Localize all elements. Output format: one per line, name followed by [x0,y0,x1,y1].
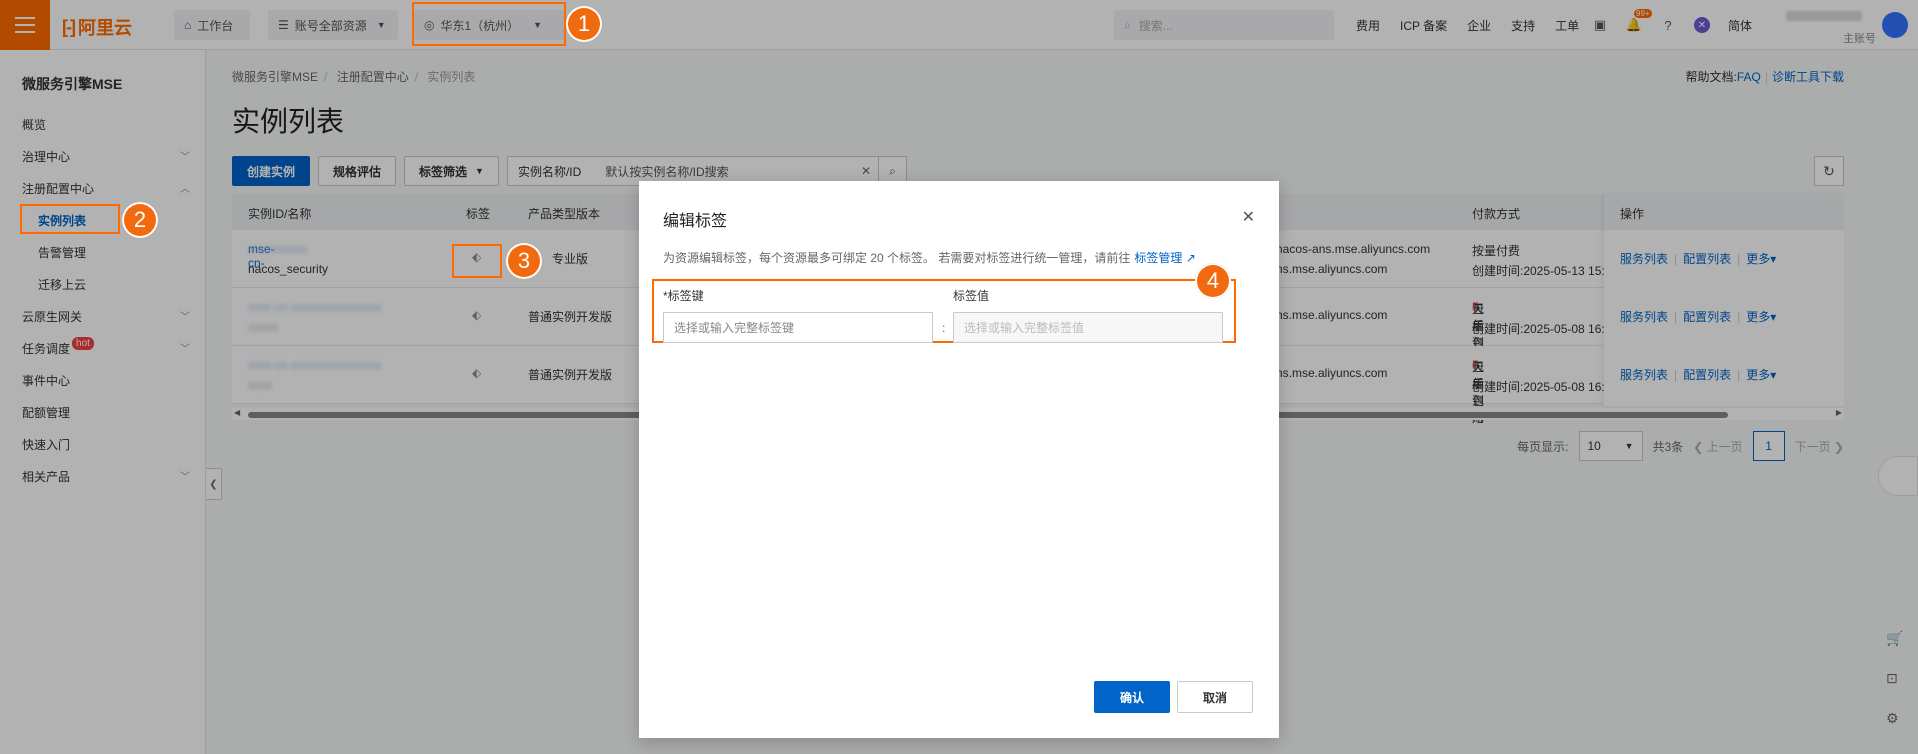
highlight-tag-icon [452,244,502,278]
dialog-description: 为资源编辑标签，每个资源最多可绑定 20 个标签。 若需要对标签进行统一管理，请… [663,251,1196,265]
close-icon[interactable]: ✕ [1242,207,1255,227]
key-value-separator: : [942,321,946,335]
step-badge-3: 3 [506,243,542,279]
confirm-button[interactable]: 确认 [1094,681,1170,713]
step-badge-4: 4 [1195,263,1231,299]
step-badge-2: 2 [122,202,158,238]
tag-management-link[interactable]: 标签管理 ↗ [1134,251,1195,265]
highlight-region-selector [412,2,566,46]
external-link-icon: ↗ [1185,251,1196,265]
step-badge-1: 1 [566,6,602,42]
edit-tags-dialog: 编辑标签 ✕ 为资源编辑标签，每个资源最多可绑定 20 个标签。 若需要对标签进… [639,181,1279,738]
cancel-button[interactable]: 取消 [1177,681,1253,713]
tag-value-label: 标签值 [953,289,990,303]
tag-value-input[interactable]: 选择或输入完整标签值 [953,312,1223,343]
tag-key-input[interactable]: 选择或输入完整标签键 [663,312,933,343]
dialog-title: 编辑标签 [663,213,728,230]
highlight-instance-list [20,204,120,234]
tag-key-label: *标签键 [663,289,704,303]
